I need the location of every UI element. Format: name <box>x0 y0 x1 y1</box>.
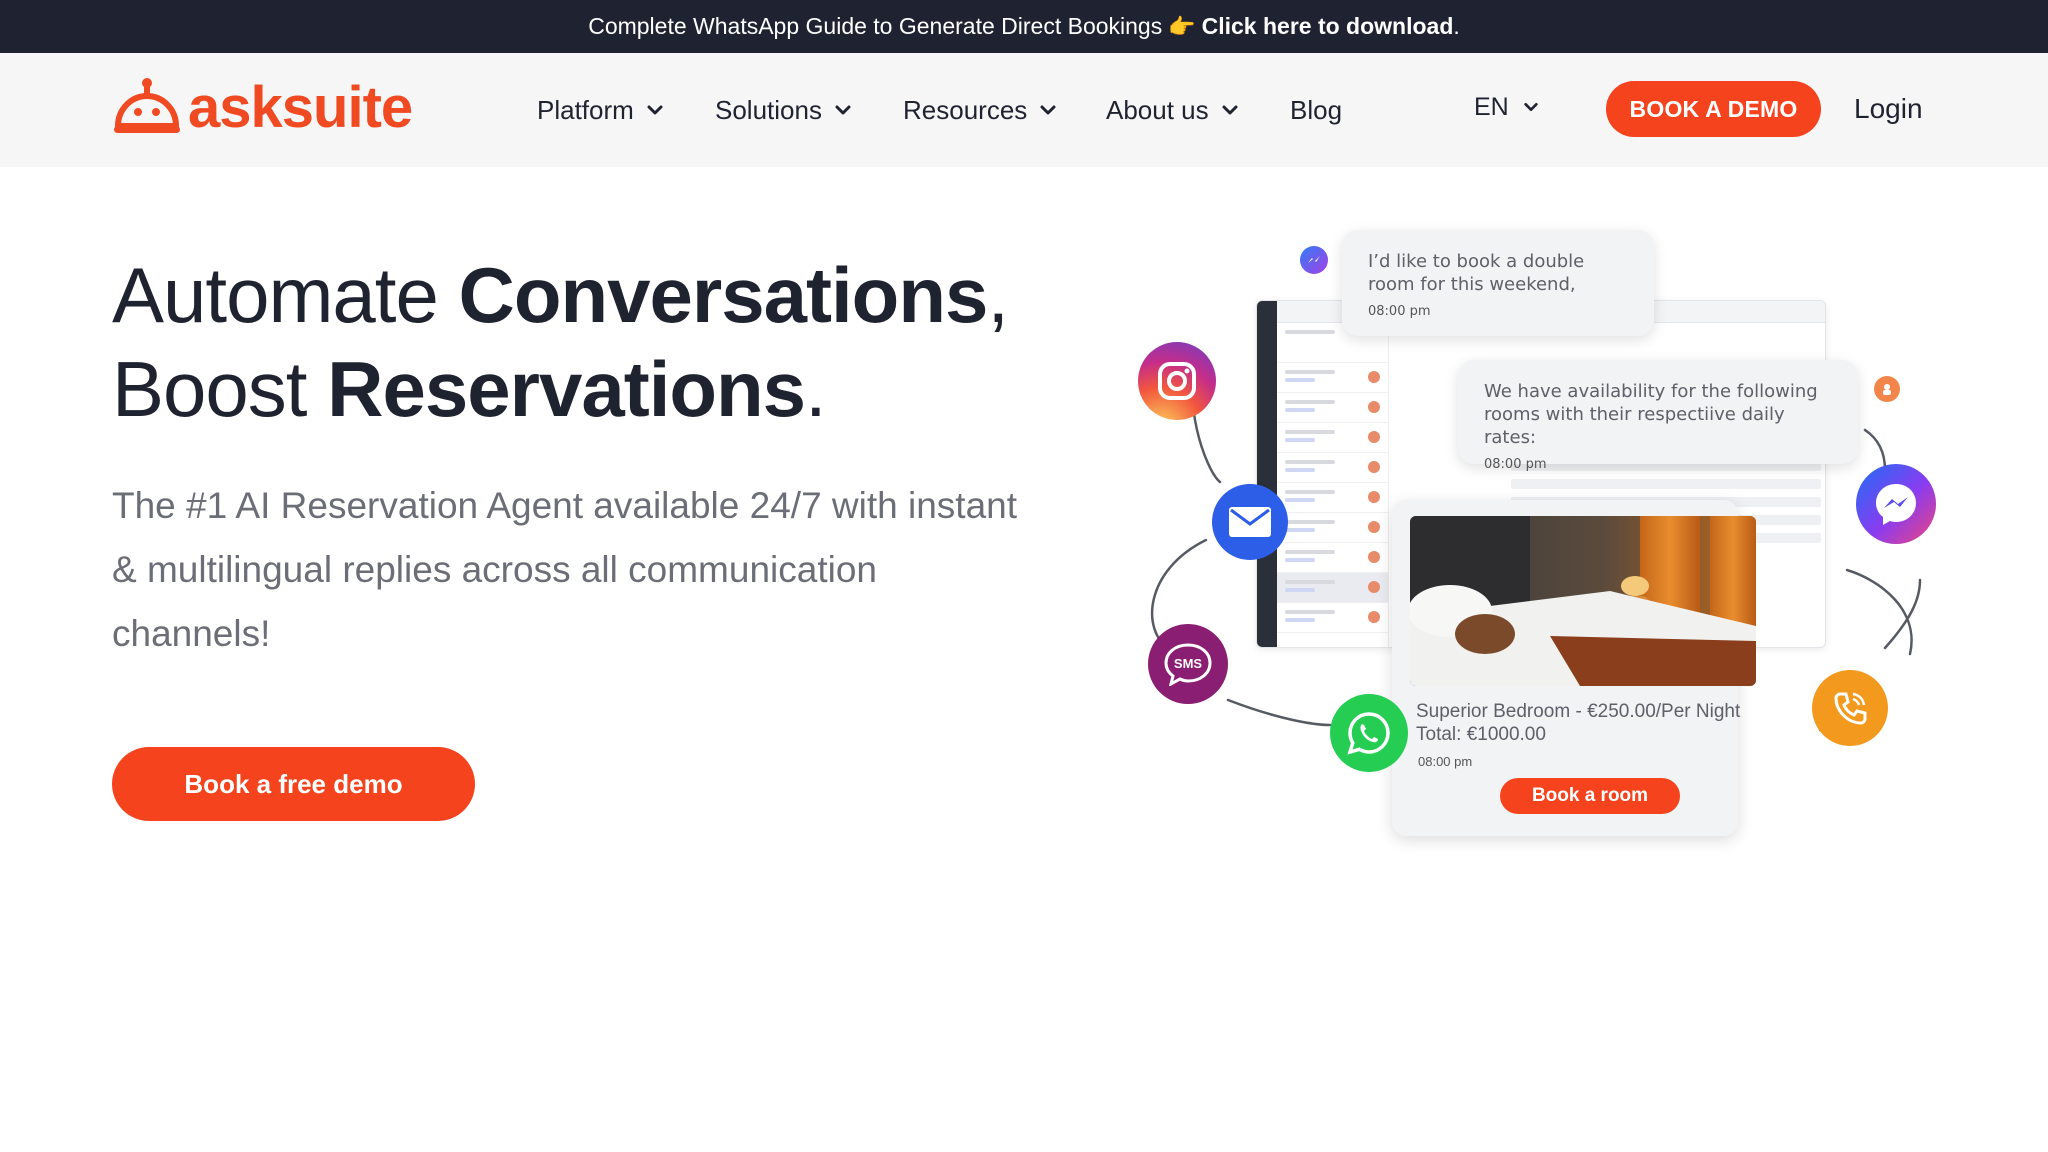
bot-message-time: 08:00 pm <box>1484 457 1547 472</box>
guest-message-time: 08:00 pm <box>1368 304 1431 319</box>
chevron-down-icon <box>647 105 663 115</box>
language-selector[interactable]: EN <box>1474 53 1539 161</box>
announcement-suffix: . <box>1453 13 1460 39</box>
headline-reservations: Reservations <box>327 345 806 433</box>
headline-automate: Automate <box>112 251 459 339</box>
messenger-small-icon <box>1300 246 1328 274</box>
nav-solutions[interactable]: Solutions <box>715 53 852 167</box>
book-demo-button[interactable]: BOOK A DEMO <box>1606 81 1821 137</box>
room-message-time: 08:00 pm <box>1418 754 1473 769</box>
guest-message-bubble: I’d like to book a double room for this … <box>1342 230 1654 336</box>
avatar-small-icon <box>1874 376 1900 402</box>
messenger-icon <box>1856 464 1936 544</box>
chevron-down-icon <box>1040 105 1056 115</box>
nav-about-us-label: About us <box>1106 94 1209 125</box>
bot-message-bubble: We have availability for the following r… <box>1458 360 1858 472</box>
book-room-button[interactable]: Book a room <box>1500 778 1680 814</box>
room-title: Superior Bedroom - €250.00/Per Night <box>1416 701 1741 722</box>
language-label: EN <box>1474 92 1509 121</box>
room-photo <box>1410 516 1756 686</box>
channels-illustration: I’d like to book a double room for this … <box>1120 220 1950 860</box>
chevron-down-icon <box>1524 103 1538 111</box>
announcement-bar: Complete WhatsApp Guide to Generate Dire… <box>0 0 2048 53</box>
book-free-demo-button[interactable]: Book a free demo <box>112 747 475 821</box>
headline-period: . <box>805 345 827 433</box>
login-link[interactable]: Login <box>1854 53 1923 165</box>
bot-message-text: We have availability for the following r… <box>1484 381 1818 448</box>
nav-blog-label: Blog <box>1290 94 1343 125</box>
nav-solutions-label: Solutions <box>715 94 822 125</box>
instagram-icon <box>1138 342 1216 420</box>
room-offer-card: Superior Bedroom - €250.00/Per Night Tot… <box>1392 500 1756 836</box>
nav-blog[interactable]: Blog <box>1290 53 1342 167</box>
site-header: asksuite Platform Solutions Resources Ab… <box>0 53 2048 167</box>
hero-subheadline: The #1 AI Reservation Agent available 24… <box>112 485 1018 654</box>
nav-platform[interactable]: Platform <box>537 53 664 167</box>
conversation-list <box>1277 323 1389 647</box>
headline-comma: , <box>987 251 1009 339</box>
dashboard-sidebar <box>1257 301 1277 647</box>
bell-robot-icon <box>114 78 180 133</box>
room-total: Total: €1000.00 <box>1416 724 1546 745</box>
pointing-hand-icon: 👉 <box>1168 13 1196 39</box>
logo-wordmark: asksuite <box>188 75 413 140</box>
email-icon <box>1212 484 1288 560</box>
headline-boost: Boost <box>112 345 328 433</box>
guest-message-text: I’d like to book a double room for this … <box>1368 251 1585 295</box>
asksuite-logo[interactable]: asksuite <box>112 75 413 140</box>
nav-about-us[interactable]: About us <box>1106 53 1239 167</box>
sms-icon: SMS <box>1148 624 1228 704</box>
download-guide-link[interactable]: Click here to download <box>1202 13 1454 40</box>
room-offer-text: Superior Bedroom - €250.00/Per Night Tot… <box>1416 700 1746 746</box>
phone-icon <box>1812 670 1888 746</box>
hero-headline: Automate Conversations, Boost Reservatio… <box>112 248 1012 436</box>
nav-resources-label: Resources <box>903 94 1028 125</box>
announcement-text: Complete WhatsApp Guide to Generate Dire… <box>588 13 1163 39</box>
chevron-down-icon <box>1222 105 1238 115</box>
headline-conversations: Conversations <box>458 251 989 339</box>
nav-resources[interactable]: Resources <box>903 53 1057 167</box>
nav-platform-label: Platform <box>537 94 634 125</box>
sms-label: SMS <box>1174 656 1203 671</box>
whatsapp-icon <box>1330 694 1408 772</box>
chevron-down-icon <box>835 105 851 115</box>
